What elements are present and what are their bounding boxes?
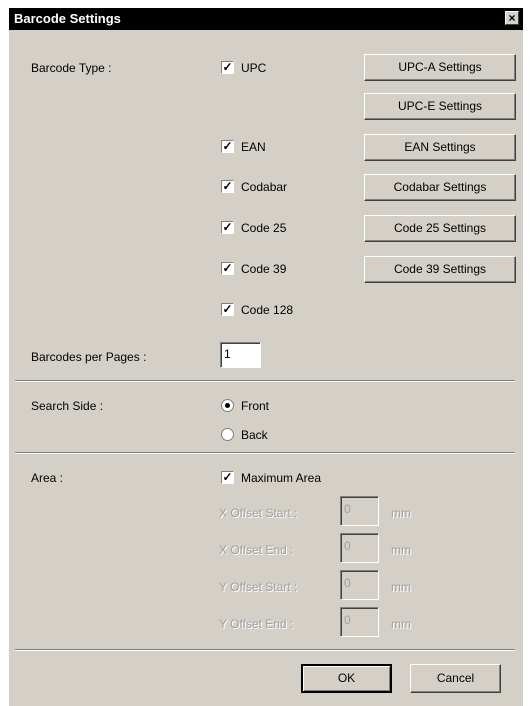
back-radio[interactable] bbox=[221, 428, 234, 441]
cancel-button[interactable]: Cancel bbox=[410, 664, 501, 693]
window-title: Barcode Settings bbox=[14, 11, 121, 26]
front-label: Front bbox=[241, 399, 270, 413]
separator bbox=[15, 649, 515, 651]
upc-label: UPC bbox=[241, 61, 267, 75]
barcode-type-label: Barcode Type : bbox=[31, 61, 112, 75]
code25-checkbox[interactable]: ✓ bbox=[221, 221, 234, 234]
y-offset-end-input[interactable]: 0 bbox=[340, 607, 379, 637]
code39-label: Code 39 bbox=[241, 262, 287, 276]
codabar-checkbox[interactable]: ✓ bbox=[221, 180, 234, 193]
code128-checkbox[interactable]: ✓ bbox=[221, 303, 234, 316]
code39-settings-button[interactable]: Code 39 Settings bbox=[364, 256, 516, 283]
back-label: Back bbox=[241, 428, 268, 442]
title-bar: Barcode Settings × bbox=[9, 8, 523, 30]
ean-checkbox[interactable]: ✓ bbox=[221, 140, 234, 153]
maximum-area-checkbox[interactable]: ✓ bbox=[221, 471, 234, 484]
ean-label: EAN bbox=[241, 140, 266, 154]
ean-settings-button[interactable]: EAN Settings bbox=[364, 134, 516, 161]
y-offset-start-unit: mm bbox=[391, 580, 411, 594]
upc-checkbox[interactable]: ✓ bbox=[221, 61, 234, 74]
code25-label: Code 25 bbox=[241, 221, 287, 235]
y-offset-start-label: Y Offset Start : bbox=[219, 580, 298, 594]
per-page-input[interactable]: 1 bbox=[220, 342, 261, 368]
code25-settings-button[interactable]: Code 25 Settings bbox=[364, 215, 516, 242]
upca-settings-button[interactable]: UPC-A Settings bbox=[364, 54, 516, 81]
close-button[interactable]: × bbox=[505, 11, 519, 25]
search-side-label: Search Side : bbox=[31, 399, 104, 413]
y-offset-end-unit: mm bbox=[391, 617, 411, 631]
x-offset-end-unit: mm bbox=[391, 543, 411, 557]
x-offset-start-input[interactable]: 0 bbox=[340, 496, 379, 526]
x-offset-end-input[interactable]: 0 bbox=[340, 533, 379, 563]
front-radio[interactable] bbox=[221, 399, 234, 412]
x-offset-start-unit: mm bbox=[391, 506, 411, 520]
maximum-area-label: Maximum Area bbox=[241, 471, 322, 485]
x-offset-end-label: X Offset End : bbox=[219, 543, 294, 557]
barcode-settings-dialog: Barcode Settings × Barcode Type : ✓ UPC … bbox=[8, 7, 523, 706]
area-label: Area : bbox=[31, 471, 64, 485]
y-offset-start-input[interactable]: 0 bbox=[340, 570, 379, 600]
codabar-settings-button[interactable]: Codabar Settings bbox=[364, 174, 516, 201]
upce-settings-button[interactable]: UPC-E Settings bbox=[364, 93, 516, 120]
per-page-label: Barcodes per Pages : bbox=[31, 350, 147, 364]
codabar-label: Codabar bbox=[241, 180, 288, 194]
ok-button[interactable]: OK bbox=[301, 664, 392, 693]
separator bbox=[15, 380, 515, 382]
x-offset-start-label: X Offset Start : bbox=[219, 506, 298, 520]
separator bbox=[15, 452, 515, 454]
code128-label: Code 128 bbox=[241, 303, 294, 317]
y-offset-end-label: Y Offset End : bbox=[219, 617, 294, 631]
code39-checkbox[interactable]: ✓ bbox=[221, 262, 234, 275]
